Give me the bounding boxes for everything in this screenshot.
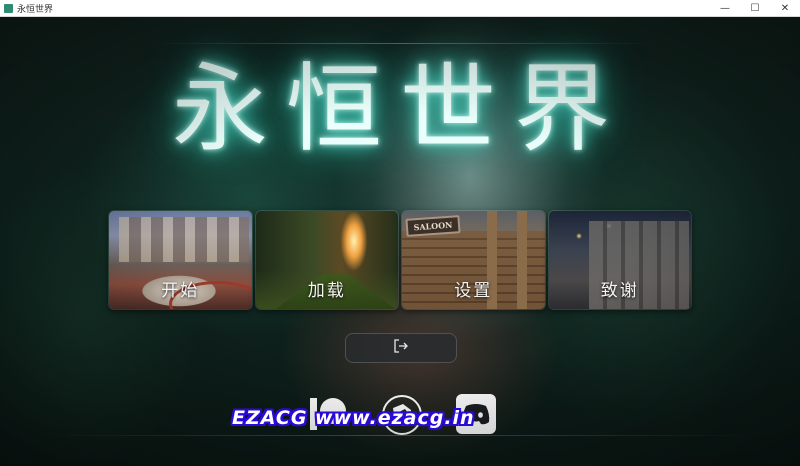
bottom-divider (40, 435, 760, 436)
menu-settings-button[interactable]: SALOON 设置 (401, 210, 546, 310)
minimize-button[interactable]: — (710, 0, 740, 17)
main-menu: 开始 加载 SALOON 设置 致谢 (108, 210, 692, 310)
menu-load-label: 加载 (307, 281, 346, 301)
menu-settings-label: 设置 (454, 281, 493, 301)
menu-load-button[interactable]: 加载 (254, 210, 399, 310)
app-icon (4, 3, 13, 13)
game-title: 永恒世界 (172, 53, 628, 165)
watermark-text: EZACG www.ezacg.in (232, 407, 475, 429)
saloon-sign: SALOON (405, 215, 461, 237)
game-window: 永恒世界 — ☐ ✕ 永恒世界 开始 加载 SALOON 设置 致谢 EZACG… (0, 0, 800, 466)
window-title: 永恒世界 (17, 4, 54, 15)
menu-credits-button[interactable]: 致谢 (547, 210, 692, 310)
menu-credits-label: 致谢 (600, 281, 639, 301)
menu-start-button[interactable]: 开始 (108, 210, 253, 310)
top-divider (152, 43, 652, 44)
maximize-button[interactable]: ☐ (740, 0, 770, 17)
exit-button[interactable] (345, 333, 457, 363)
exit-icon (393, 338, 409, 358)
background-scene: 永恒世界 开始 加载 SALOON 设置 致谢 (0, 17, 800, 466)
close-button[interactable]: ✕ (770, 0, 800, 17)
menu-start-label: 开始 (161, 281, 200, 301)
title-bar: 永恒世界 — ☐ ✕ (0, 0, 800, 17)
window-controls: — ☐ ✕ (710, 0, 800, 17)
